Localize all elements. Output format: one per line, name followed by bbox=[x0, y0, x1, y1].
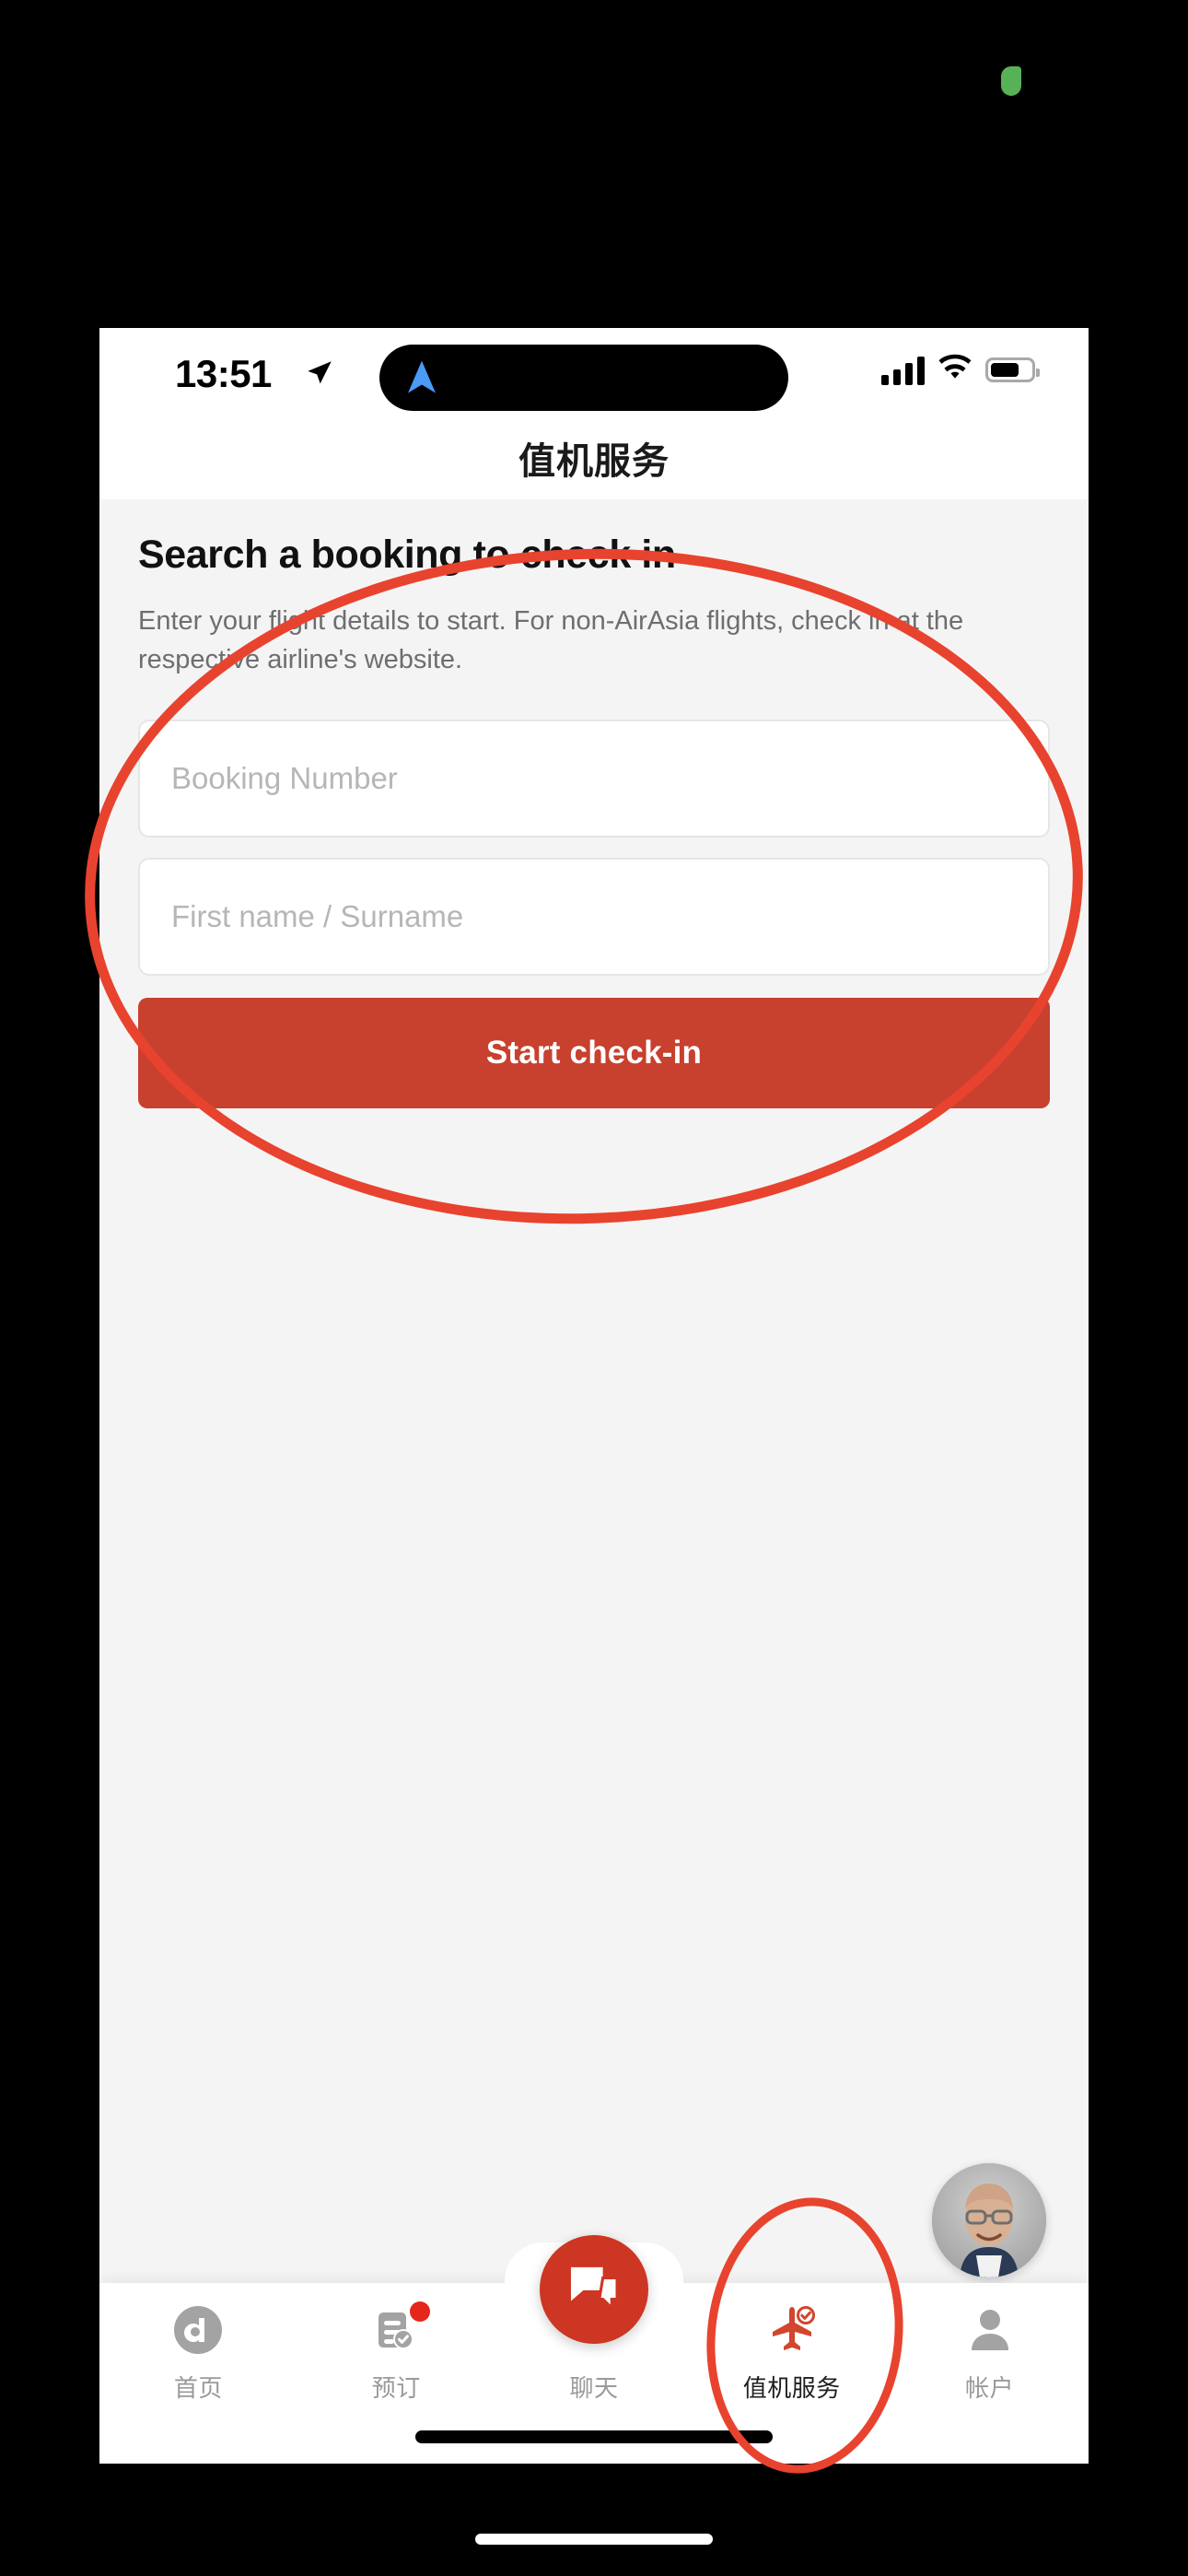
status-bar-indicators bbox=[881, 354, 1040, 386]
tab-bar-container: 首页 预订 聊天 值机服务 帐户 bbox=[99, 2235, 1089, 2464]
tab-home-label: 首页 bbox=[173, 2374, 223, 2402]
status-bar: 13:51 bbox=[99, 328, 1089, 416]
nav-header: 值机服务 bbox=[99, 416, 1089, 499]
start-checkin-button[interactable]: Start check-in bbox=[138, 998, 1050, 1109]
tab-list: 首页 预订 聊天 值机服务 帐户 bbox=[99, 2283, 1089, 2421]
tab-home[interactable]: 首页 bbox=[99, 2283, 297, 2404]
booking-number-field[interactable]: Booking Number bbox=[138, 720, 1050, 838]
user-avatar[interactable] bbox=[932, 2163, 1046, 2277]
wifi-icon bbox=[938, 354, 973, 386]
page-title: Search a booking to check in bbox=[138, 533, 676, 577]
phone-screen: 13:51 值机服务 Search a booking to check in … bbox=[99, 328, 1089, 2464]
home-indicator[interactable] bbox=[415, 2430, 773, 2443]
tab-chat-label: 聊天 bbox=[569, 2374, 619, 2402]
green-artifact-icon bbox=[1001, 66, 1021, 96]
booking-number-placeholder: Booking Number bbox=[171, 761, 398, 796]
dynamic-island bbox=[379, 345, 788, 411]
tab-checkin[interactable]: 值机服务 bbox=[693, 2283, 891, 2404]
start-checkin-label: Start check-in bbox=[485, 1035, 703, 1071]
airasia-logo-icon bbox=[173, 2303, 223, 2357]
tab-account-label: 帐户 bbox=[965, 2374, 1015, 2402]
device-home-bar bbox=[475, 2534, 713, 2545]
tab-account[interactable]: 帐户 bbox=[891, 2283, 1089, 2404]
navigation-arrow-icon bbox=[403, 357, 440, 403]
tab-checkin-label: 值机服务 bbox=[742, 2374, 841, 2402]
first-name-surname-field[interactable]: First name / Surname bbox=[138, 858, 1050, 977]
tab-bar: 首页 预订 聊天 值机服务 帐户 bbox=[99, 2235, 1089, 2464]
tab-booking-label: 预订 bbox=[371, 2374, 421, 2402]
status-bar-time: 13:51 bbox=[175, 352, 272, 395]
page-title-header: 值机服务 bbox=[518, 441, 670, 482]
cellular-signal-icon bbox=[881, 356, 925, 385]
screenshot-canvas: 13:51 值机服务 Search a booking to check in … bbox=[0, 0, 1188, 2576]
tab-booking[interactable]: 预订 bbox=[297, 2283, 495, 2404]
plane-check-icon bbox=[766, 2303, 818, 2357]
page-description: Enter your flight details to start. For … bbox=[138, 606, 964, 675]
tab-chat[interactable]: 聊天 bbox=[495, 2283, 693, 2404]
first-name-surname-placeholder: First name / Surname bbox=[171, 899, 464, 934]
booking-document-icon bbox=[371, 2301, 431, 2357]
battery-icon bbox=[985, 357, 1040, 382]
person-icon bbox=[967, 2303, 1013, 2357]
booking-notification-badge bbox=[410, 2301, 431, 2322]
main-content: Search a booking to check in Enter your … bbox=[99, 499, 1089, 2296]
